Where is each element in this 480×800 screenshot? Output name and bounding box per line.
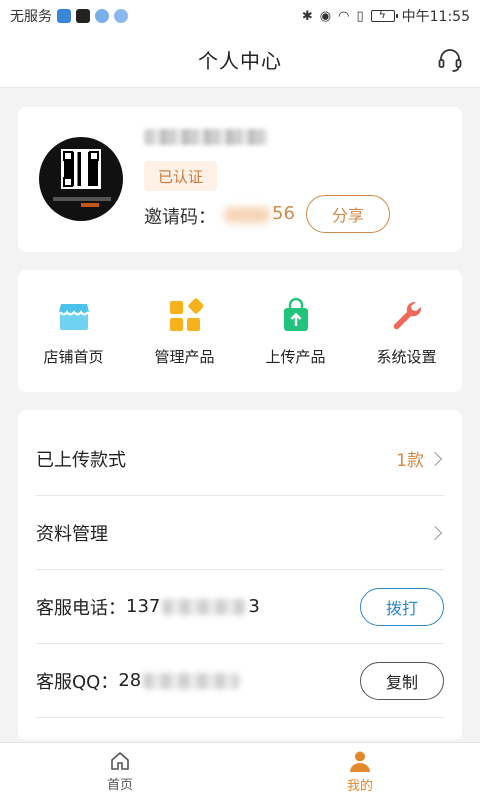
qq-number-blurred <box>143 672 240 689</box>
tab-label: 我的 <box>346 779 373 794</box>
uploaded-count: 1款 <box>396 451 424 471</box>
store-icon <box>58 304 89 330</box>
tab-home[interactable]: 首页 <box>0 743 240 800</box>
sim-icon: ▯ <box>356 8 364 24</box>
menu-label: 管理产品 <box>154 348 215 366</box>
phone-label: 客服电话： <box>36 597 126 619</box>
copy-button[interactable]: 复制 <box>360 661 444 700</box>
battery-icon: ϟ <box>370 8 398 22</box>
invite-code-label: 邀请码： <box>144 207 216 228</box>
eye-icon: ◉ <box>319 8 332 24</box>
invite-code-value: 56 <box>272 203 295 224</box>
phone-number-blurred <box>162 598 247 615</box>
music-icon <box>114 9 128 23</box>
wifi-icon: ◠ <box>338 8 350 24</box>
headset-icon[interactable] <box>436 46 464 74</box>
chevron-right-icon <box>427 451 443 466</box>
call-button[interactable]: 拨打 <box>360 587 444 626</box>
chevron-right-icon <box>427 525 443 540</box>
wrench-icon <box>393 301 421 330</box>
home-icon <box>111 752 129 770</box>
upload-bag-icon <box>283 298 308 331</box>
menu-item-store-home[interactable]: 店铺首页 <box>18 270 129 392</box>
verified-badge: 已认证 <box>144 161 218 191</box>
menu-item-upload-product[interactable]: 上传产品 <box>240 270 351 392</box>
profile-mgmt-label: 资料管理 <box>36 523 108 545</box>
qq-prefix: 28 <box>118 670 142 691</box>
function-menu: 店铺首页 管理产品 上传产品 系统设置 <box>18 270 462 392</box>
menu-label: 系统设置 <box>376 348 437 366</box>
user-icon <box>350 751 370 772</box>
app-notification-icon <box>57 9 71 23</box>
tiktok-icon <box>76 9 90 23</box>
avatar[interactable] <box>39 137 123 221</box>
invite-code-blurred <box>224 207 270 223</box>
app-notification-icon-2 <box>95 9 109 23</box>
menu-item-manage-products[interactable]: 管理产品 <box>129 270 240 392</box>
uploaded-label: 已上传款式 <box>36 449 126 471</box>
phone-prefix: 137 <box>126 596 161 617</box>
qr-code-image <box>61 149 101 189</box>
grid-icon <box>169 298 203 331</box>
bottom-navigation: 首页 我的 <box>0 742 480 800</box>
bluetooth-icon: ✱ <box>301 8 313 24</box>
qq-label: 客服QQ： <box>36 671 119 693</box>
page-title: 个人中心 <box>198 49 282 73</box>
info-list: 已上传款式 1款 资料管理 客服电话： 137 3 拨打 客服QQ： 28 复制 <box>18 410 462 740</box>
profile-card: 已认证 邀请码： 56 分享 <box>18 107 462 252</box>
phone-suffix: 3 <box>248 596 260 617</box>
status-bar: 无服务 ✱ ◉ ◠ ▯ ϟ 中午11:55 <box>0 0 480 32</box>
user-name-blurred <box>144 129 268 145</box>
share-button[interactable]: 分享 <box>306 195 390 233</box>
carrier-text: 无服务 <box>10 9 52 25</box>
title-bar: 个人中心 <box>0 32 480 88</box>
list-item-profile-management[interactable]: 资料管理 <box>36 496 444 570</box>
tab-mine[interactable]: 我的 <box>240 743 480 800</box>
clock-text: 中午11:55 <box>401 9 470 25</box>
list-item-service-phone: 客服电话： 137 3 拨打 <box>36 570 444 644</box>
tab-label: 首页 <box>106 778 133 793</box>
menu-label: 店铺首页 <box>43 348 104 366</box>
menu-item-system-settings[interactable]: 系统设置 <box>351 270 462 392</box>
list-item-service-qq: 客服QQ： 28 复制 <box>36 644 444 718</box>
menu-label: 上传产品 <box>265 348 326 366</box>
list-item-uploaded-styles[interactable]: 已上传款式 1款 <box>36 422 444 496</box>
